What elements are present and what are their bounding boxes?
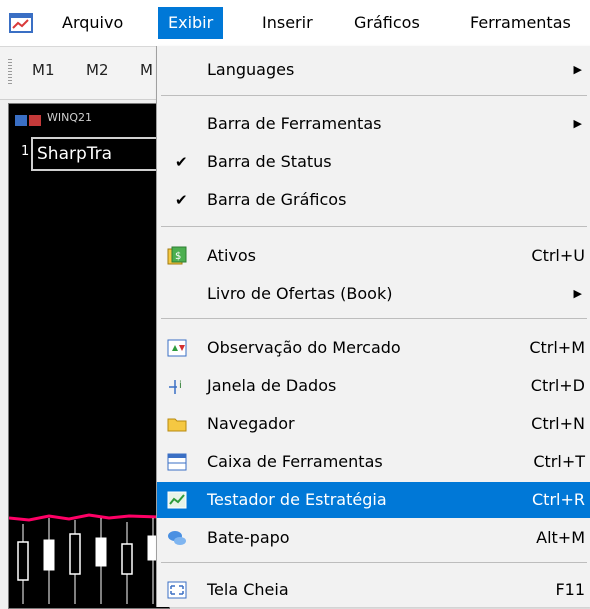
menu-item-label: Navegador xyxy=(207,414,295,433)
menu-item-status-bar[interactable]: ✔ Barra de Status xyxy=(157,144,590,180)
menu-item-label: Observação do Mercado xyxy=(207,338,401,357)
indicator-line xyxy=(9,513,160,522)
menu-ferramentas[interactable]: Ferramentas xyxy=(460,7,581,39)
svg-text:i: i xyxy=(179,380,182,391)
timeframe-m1-button[interactable]: M1 xyxy=(32,61,55,79)
timeframe-m2-button[interactable]: M2 xyxy=(86,61,109,79)
menu-separator xyxy=(161,318,587,319)
chat-icon xyxy=(168,531,186,545)
candle-body xyxy=(43,539,55,571)
menu-item-toolbars[interactable]: Barra de Ferramentas ▶ xyxy=(157,106,590,142)
menu-item-market-watch[interactable]: Observação do Mercado Ctrl+M xyxy=(157,330,590,366)
price-chart xyxy=(9,513,160,604)
menu-item-fullscreen[interactable]: Tela Cheia F11 xyxy=(157,572,590,608)
symbols-icon: $ xyxy=(167,246,187,265)
menu-item-charts-bar[interactable]: ✔ Barra de Gráficos xyxy=(157,182,590,218)
toolbox-icon xyxy=(167,453,187,471)
menu-item-label: Tela Cheia xyxy=(207,580,289,599)
menu-item-label: Barra de Ferramentas xyxy=(207,114,382,133)
menu-exibir[interactable]: Exibir xyxy=(158,7,224,39)
checkmark-icon: ✔ xyxy=(175,191,188,209)
data-window-icon: i xyxy=(169,380,182,394)
folder-icon xyxy=(167,418,187,432)
shortcut-label: Ctrl+M xyxy=(529,338,585,357)
menu-item-label: Caixa de Ferramentas xyxy=(207,452,383,471)
menu-separator xyxy=(161,226,587,227)
menu-inserir[interactable]: Inserir xyxy=(252,7,323,39)
strategy-tester-icon xyxy=(167,491,187,509)
submenu-arrow-icon: ▶ xyxy=(573,117,582,130)
menu-arquivo[interactable]: Arquivo xyxy=(52,7,133,39)
menu-item-label: Livro de Ofertas (Book) xyxy=(207,284,393,303)
menu-item-label: Barra de Gráficos xyxy=(207,190,347,209)
shortcut-label: F11 xyxy=(555,580,585,599)
menu-graficos[interactable]: Gráficos xyxy=(344,7,430,39)
shortcut-label: Ctrl+U xyxy=(531,246,585,265)
candle-body xyxy=(17,541,29,581)
chart-tab-icons xyxy=(15,115,41,126)
candle-body xyxy=(69,533,81,575)
shortcut-label: Ctrl+D xyxy=(530,376,585,395)
chart-window-icon[interactable] xyxy=(9,12,33,34)
menu-item-label: Testador de Estratégia xyxy=(207,490,387,509)
menu-item-label: Bate-papo xyxy=(207,528,290,547)
checkmark-icon: ✔ xyxy=(175,153,188,171)
timeframe-m-button[interactable]: M xyxy=(140,61,153,79)
menu-item-strategy-tester[interactable]: Testador de Estratégia Ctrl+R xyxy=(157,482,590,518)
menu-item-label: Barra de Status xyxy=(207,152,332,171)
candle-body xyxy=(121,543,133,575)
shortcut-label: Ctrl+R xyxy=(532,490,585,509)
chart-window[interactable]: WINQ21 1 SharpTra xyxy=(8,103,170,609)
shortcut-label: Ctrl+N xyxy=(531,414,585,433)
svg-text:$: $ xyxy=(175,251,181,262)
menu-item-toolbox[interactable]: Caixa de Ferramentas Ctrl+T xyxy=(157,444,590,480)
menu-bar: Arquivo Exibir Inserir Gráficos Ferramen… xyxy=(0,0,590,47)
expert-advisor-label[interactable]: SharpTra xyxy=(31,137,159,171)
submenu-arrow-icon: ▶ xyxy=(573,287,582,300)
menu-item-languages[interactable]: Languages ▶ xyxy=(157,52,590,88)
menu-item-symbols[interactable]: $ Ativos Ctrl+U xyxy=(157,238,590,274)
view-menu-dropdown: Languages ▶ Barra de Ferramentas ▶ ✔ Bar… xyxy=(156,46,590,607)
chart-symbol-title: WINQ21 xyxy=(47,111,93,124)
fullscreen-icon xyxy=(167,581,187,599)
menu-item-label: Ativos xyxy=(207,246,256,265)
menu-item-data-window[interactable]: i Janela de Dados Ctrl+D xyxy=(157,368,590,404)
menu-separator xyxy=(161,95,587,96)
menu-item-label: Languages xyxy=(207,60,295,79)
submenu-arrow-icon: ▶ xyxy=(573,63,582,76)
toolbar-grip[interactable] xyxy=(8,59,12,85)
market-watch-icon xyxy=(167,339,187,357)
menu-item-navigator[interactable]: Navegador Ctrl+N xyxy=(157,406,590,442)
candle-body xyxy=(95,537,107,567)
ea-number: 1 xyxy=(21,144,30,159)
shortcut-label: Ctrl+T xyxy=(533,452,585,471)
menu-item-label: Janela de Dados xyxy=(207,376,337,395)
menu-separator xyxy=(161,562,587,563)
shortcut-label: Alt+M xyxy=(536,528,585,547)
menu-item-book[interactable]: Livro de Ofertas (Book) ▶ xyxy=(157,276,590,312)
menu-item-chat[interactable]: Bate-papo Alt+M xyxy=(157,520,590,556)
